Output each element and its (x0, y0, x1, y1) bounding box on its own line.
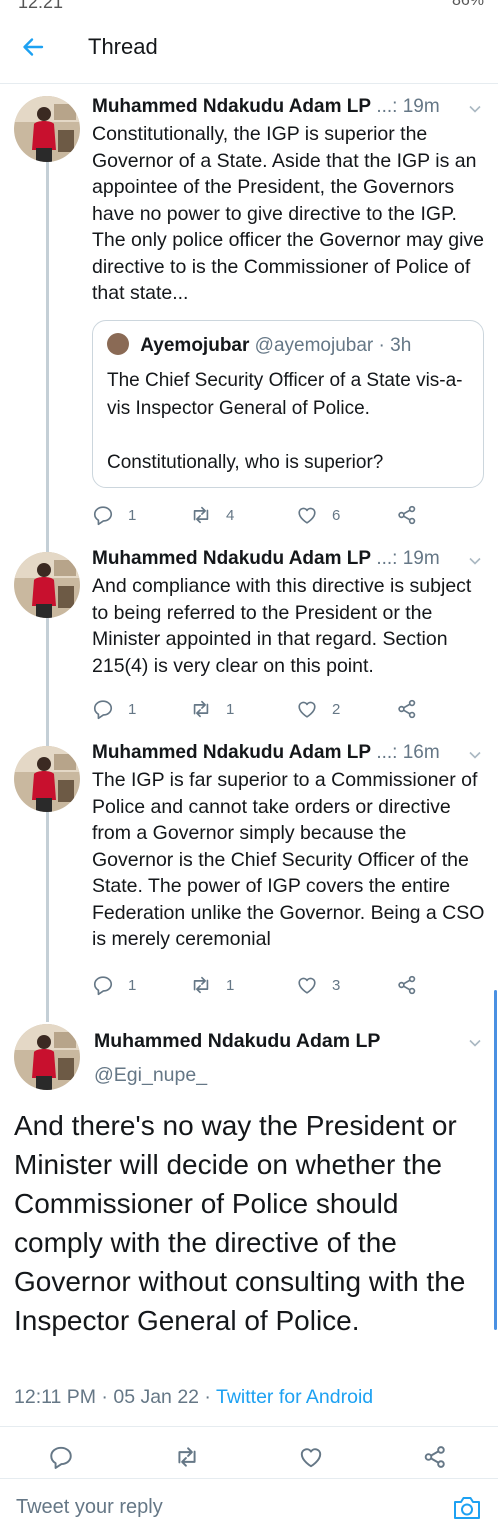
like-count: 2 (332, 700, 341, 718)
retweet-icon (190, 974, 212, 996)
tweet-text: The IGP is far superior to a Commissione… (92, 769, 485, 950)
retweet-count: 1 (226, 700, 235, 718)
reply-count: 1 (128, 700, 137, 718)
avatar[interactable] (14, 1024, 80, 1090)
quoted-text-line: The Chief Security Officer of a State vi… (107, 370, 463, 419)
reply-button[interactable]: 1 (92, 696, 136, 722)
reply-count: 1 (128, 976, 137, 994)
avatar[interactable] (14, 552, 80, 618)
quoted-tweet[interactable]: Ayemojubar @ayemojubar · 3h The Chief Se… (92, 320, 484, 488)
retweet-button[interactable]: 1 (190, 972, 234, 998)
share-icon[interactable] (422, 1444, 448, 1470)
divider (0, 1426, 498, 1427)
thread-tweet[interactable]: Muhammed Ndakudu Adam LP ...: 19m And co… (0, 548, 498, 728)
like-icon[interactable] (298, 1444, 324, 1470)
handle-truncated: ...: (376, 742, 398, 763)
thread-header: Thread (0, 14, 498, 84)
tweet-meta: Muhammed Ndakudu Adam LP ...: 19m (92, 548, 440, 570)
retweet-count: 1 (226, 976, 235, 994)
like-icon (296, 974, 318, 996)
share-button[interactable] (396, 972, 418, 998)
page-title: Thread (88, 34, 158, 59)
tweet-text: And compliance with this directive is su… (92, 575, 472, 677)
reply-input[interactable]: Tweet your reply (16, 1496, 163, 1519)
tweet-timestamp: 12:11 PM · 05 Jan 22 · Twitter for Andro… (14, 1386, 373, 1409)
main-tweet-actions (0, 1444, 498, 1472)
author-name[interactable]: Muhammed Ndakudu Adam LP (92, 96, 371, 117)
avatar[interactable] (14, 746, 80, 812)
quoted-avatar (107, 333, 129, 355)
tweet-actions: 1 4 6 (92, 502, 422, 528)
tweet-source-link[interactable]: Twitter for Android (216, 1386, 373, 1408)
reply-composer[interactable]: Tweet your reply (0, 1478, 498, 1536)
tweet-meta: Muhammed Ndakudu Adam LP ...: 19m (92, 96, 440, 118)
scrollbar[interactable] (494, 990, 497, 1330)
handle-truncated: ...: (376, 96, 398, 117)
tweet-meta: Muhammed Ndakudu Adam LP ...: 16m (92, 742, 440, 764)
tweet-actions: 1 1 2 (92, 696, 422, 722)
chevron-down-icon[interactable] (468, 1036, 482, 1050)
author-name[interactable]: Muhammed Ndakudu Adam LP (92, 548, 371, 569)
status-time: 12:21 (18, 0, 64, 12)
status-bar: 12:21 86% (0, 0, 498, 14)
tweet-actions: 1 1 3 (92, 972, 422, 998)
share-button[interactable] (396, 502, 418, 528)
chevron-down-icon[interactable] (468, 748, 482, 762)
tweet-time: 16m (402, 742, 440, 763)
reply-button[interactable]: 1 (92, 502, 136, 528)
like-icon (296, 698, 318, 720)
avatar[interactable] (14, 96, 80, 162)
quoted-author-name: Ayemojubar (140, 335, 250, 356)
share-icon (396, 698, 418, 720)
author-name[interactable]: Muhammed Ndakudu Adam LP (94, 1030, 380, 1053)
retweet-count: 4 (226, 506, 235, 524)
retweet-icon[interactable] (174, 1444, 200, 1470)
thread-tweet[interactable]: Muhammed Ndakudu Adam LP ...: 19m Consti… (0, 96, 498, 536)
like-count: 3 (332, 976, 341, 994)
reply-icon (92, 698, 114, 720)
battery-level: 86% (451, 0, 484, 9)
reply-icon[interactable] (48, 1444, 74, 1470)
quoted-text-line: Constitutionally, who is superior? (107, 452, 384, 473)
timestamp-text: 12:11 PM · 05 Jan 22 · (14, 1386, 216, 1408)
share-icon (396, 504, 418, 526)
retweet-icon (190, 504, 212, 526)
retweet-button[interactable]: 1 (190, 696, 234, 722)
quoted-tweet-text: The Chief Security Officer of a State vi… (107, 367, 469, 477)
quoted-handle: @ayemojubar · 3h (254, 335, 412, 356)
main-tweet-text: And there's no way the President or Mini… (14, 1110, 466, 1336)
reply-icon (92, 504, 114, 526)
author-name[interactable]: Muhammed Ndakudu Adam LP (92, 742, 371, 763)
retweet-button[interactable]: 4 (190, 502, 234, 528)
share-icon (396, 974, 418, 996)
back-arrow-icon[interactable] (18, 32, 48, 62)
reply-count: 1 (128, 506, 137, 524)
handle-truncated: ...: (376, 548, 398, 569)
reply-icon (92, 974, 114, 996)
chevron-down-icon[interactable] (468, 102, 482, 116)
like-button[interactable]: 3 (296, 972, 340, 998)
share-button[interactable] (396, 696, 418, 722)
like-count: 6 (332, 506, 341, 524)
tweet-time: 19m (402, 96, 440, 117)
tweet-text: Constitutionally, the IGP is superior th… (92, 123, 484, 304)
chevron-down-icon[interactable] (468, 554, 482, 568)
like-icon (296, 504, 318, 526)
camera-icon[interactable] (452, 1494, 482, 1522)
retweet-icon (190, 698, 212, 720)
tweet-time: 19m (402, 548, 440, 569)
reply-button[interactable]: 1 (92, 972, 136, 998)
quoted-tweet-header: Ayemojubar @ayemojubar · 3h (107, 333, 411, 357)
author-handle[interactable]: @Egi_nupe_ (94, 1064, 207, 1087)
like-button[interactable]: 2 (296, 696, 340, 722)
like-button[interactable]: 6 (296, 502, 340, 528)
thread-tweet[interactable]: Muhammed Ndakudu Adam LP ...: 16m The IG… (0, 742, 498, 1002)
